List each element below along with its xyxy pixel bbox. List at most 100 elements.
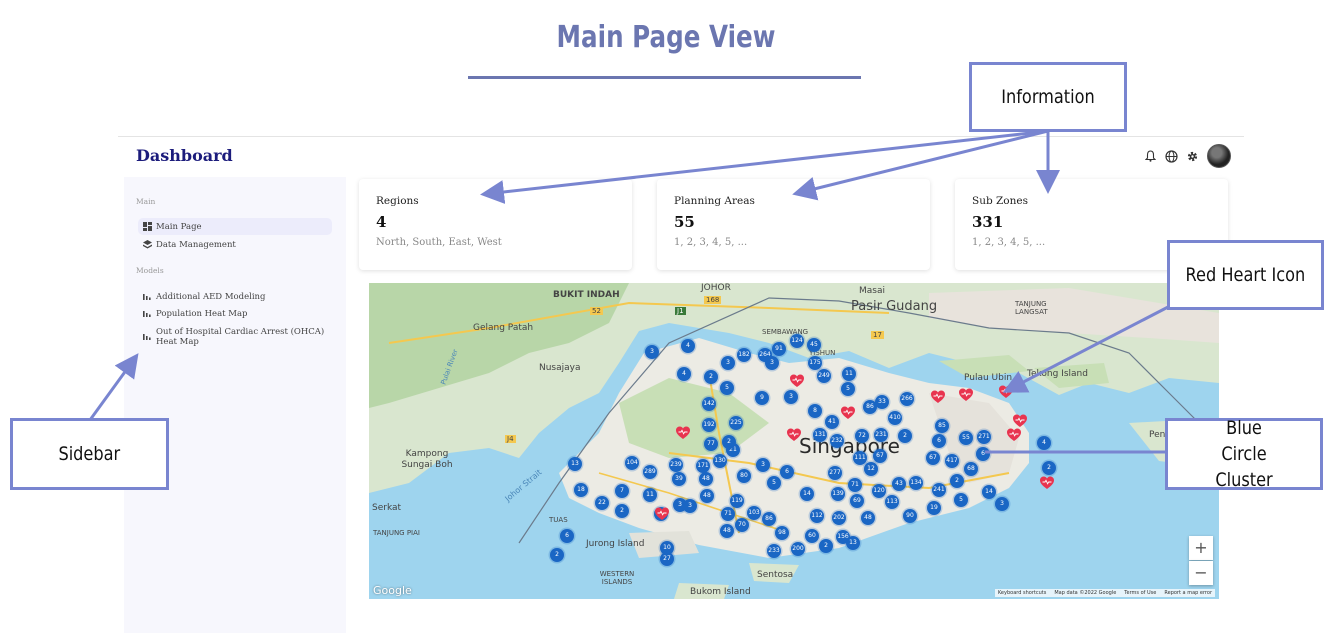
cluster-marker[interactable]: 4 bbox=[677, 367, 691, 381]
cluster-marker[interactable]: 192 bbox=[702, 418, 716, 432]
cluster-marker[interactable]: 130 bbox=[713, 454, 727, 468]
cluster-marker[interactable]: 5 bbox=[954, 493, 968, 507]
cluster-marker[interactable]: 22 bbox=[595, 496, 609, 510]
cluster-marker[interactable]: 119 bbox=[730, 494, 744, 508]
heart-icon[interactable] bbox=[655, 506, 669, 520]
sidebar-item-population-heat-map[interactable]: Population Heat Map bbox=[138, 305, 332, 322]
cluster-marker[interactable]: 2 bbox=[898, 429, 912, 443]
cluster-marker[interactable]: 70 bbox=[735, 518, 749, 532]
cluster-marker[interactable]: 131 bbox=[813, 428, 827, 442]
cluster-marker[interactable]: 5 bbox=[841, 382, 855, 396]
cluster-marker[interactable]: 48 bbox=[699, 472, 713, 486]
heart-icon[interactable] bbox=[787, 427, 801, 441]
cluster-marker[interactable]: 72 bbox=[855, 429, 869, 443]
heart-icon[interactable] bbox=[931, 389, 945, 403]
cluster-marker[interactable]: 2 bbox=[704, 370, 718, 384]
cluster-marker[interactable]: 2 bbox=[722, 435, 736, 449]
cluster-marker[interactable]: 266 bbox=[900, 392, 914, 406]
cluster-marker[interactable]: 142 bbox=[702, 397, 716, 411]
cluster-marker[interactable]: 2 bbox=[819, 539, 833, 553]
cluster-marker[interactable]: 103 bbox=[747, 506, 761, 520]
cluster-marker[interactable]: 200 bbox=[791, 542, 805, 556]
cluster-marker[interactable]: 289 bbox=[643, 465, 657, 479]
cluster-marker[interactable]: 2 bbox=[1042, 461, 1056, 475]
cluster-marker[interactable]: 39 bbox=[672, 472, 686, 486]
heart-icon[interactable] bbox=[676, 425, 690, 439]
sidebar-item-additional-aed-modeling[interactable]: Additional AED Modeling bbox=[138, 288, 332, 305]
cluster-marker[interactable]: 68 bbox=[964, 462, 978, 476]
cluster-marker[interactable]: 410 bbox=[888, 411, 902, 425]
cluster-marker[interactable]: 417 bbox=[945, 454, 959, 468]
cluster-marker[interactable]: 41 bbox=[825, 415, 839, 429]
cluster-marker[interactable]: 5 bbox=[720, 381, 734, 395]
app-brand[interactable]: Dashboard bbox=[136, 146, 233, 165]
cluster-marker[interactable]: 90 bbox=[903, 509, 917, 523]
bell-icon[interactable] bbox=[1143, 149, 1158, 164]
cluster-marker[interactable]: 86 bbox=[762, 512, 776, 526]
sidebar-item-ohca-heat-map[interactable]: Out of Hospital Cardiac Arrest (OHCA) He… bbox=[138, 323, 332, 349]
cluster-marker[interactable]: 48 bbox=[700, 489, 714, 503]
cluster-marker[interactable]: 69 bbox=[850, 494, 864, 508]
cluster-marker[interactable]: 6 bbox=[932, 434, 946, 448]
cluster-marker[interactable]: 171 bbox=[696, 459, 710, 473]
cluster-marker[interactable]: 14 bbox=[982, 485, 996, 499]
cluster-marker[interactable]: 139 bbox=[831, 487, 845, 501]
cluster-marker[interactable]: 71 bbox=[848, 478, 862, 492]
cluster-marker[interactable]: 19 bbox=[927, 501, 941, 515]
heart-icon[interactable] bbox=[1013, 413, 1027, 427]
cluster-marker[interactable]: 134 bbox=[909, 476, 923, 490]
heart-icon[interactable] bbox=[790, 373, 804, 387]
cluster-marker[interactable]: 8 bbox=[808, 404, 822, 418]
cluster-marker[interactable]: 6 bbox=[976, 447, 990, 461]
heart-icon[interactable] bbox=[841, 405, 855, 419]
cluster-marker[interactable]: 5 bbox=[767, 476, 781, 490]
cluster-marker[interactable]: 11 bbox=[643, 488, 657, 502]
cluster-marker[interactable]: 4 bbox=[681, 339, 695, 353]
cluster-marker[interactable]: 6 bbox=[780, 465, 794, 479]
cluster-marker[interactable]: 48 bbox=[861, 511, 875, 525]
cluster-marker[interactable]: 14 bbox=[800, 487, 814, 501]
cluster-marker[interactable]: 175 bbox=[808, 356, 822, 370]
cluster-marker[interactable]: 3 bbox=[765, 356, 779, 370]
map[interactable]: BUKIT INDAH JOHOR 168 Masai Pasir Gudang… bbox=[369, 283, 1219, 599]
keyboard-shortcuts-link[interactable]: Keyboard shortcuts bbox=[998, 590, 1046, 596]
cluster-marker[interactable]: 277 bbox=[828, 466, 842, 480]
cluster-marker[interactable]: 6 bbox=[560, 529, 574, 543]
cluster-marker[interactable]: 55 bbox=[959, 431, 973, 445]
cluster-marker[interactable]: 112 bbox=[810, 509, 824, 523]
cluster-marker[interactable]: 3 bbox=[683, 499, 697, 513]
cluster-marker[interactable]: 7 bbox=[615, 484, 629, 498]
cluster-marker[interactable]: 27 bbox=[660, 552, 674, 566]
cluster-marker[interactable]: 67 bbox=[926, 451, 940, 465]
cluster-marker[interactable]: 80 bbox=[737, 469, 751, 483]
cluster-marker[interactable]: 104 bbox=[625, 456, 639, 470]
zoom-in-button[interactable]: + bbox=[1189, 536, 1213, 560]
cluster-marker[interactable]: 2 bbox=[550, 548, 564, 562]
cluster-marker[interactable]: 3 bbox=[756, 458, 770, 472]
cluster-marker[interactable]: 182 bbox=[737, 348, 751, 362]
gear-icon[interactable] bbox=[1185, 149, 1200, 164]
cluster-marker[interactable]: 43 bbox=[892, 477, 906, 491]
cluster-marker[interactable]: 231 bbox=[874, 428, 888, 442]
cluster-marker[interactable]: 11 bbox=[842, 367, 856, 381]
cluster-marker[interactable]: 3 bbox=[784, 390, 798, 404]
cluster-marker[interactable]: 202 bbox=[832, 511, 846, 525]
cluster-marker[interactable]: 48 bbox=[720, 524, 734, 538]
heart-icon[interactable] bbox=[999, 384, 1013, 398]
cluster-marker[interactable]: 239 bbox=[669, 458, 683, 472]
cluster-marker[interactable]: 124 bbox=[790, 334, 804, 348]
cluster-marker[interactable]: 3 bbox=[995, 497, 1009, 511]
cluster-marker[interactable]: 120 bbox=[872, 484, 886, 498]
cluster-marker[interactable]: 12 bbox=[864, 462, 878, 476]
cluster-marker[interactable]: 67 bbox=[873, 449, 887, 463]
globe-icon[interactable] bbox=[1164, 149, 1179, 164]
cluster-marker[interactable]: 91 bbox=[772, 342, 786, 356]
cluster-marker[interactable]: 113 bbox=[885, 495, 899, 509]
cluster-marker[interactable]: 13 bbox=[568, 457, 582, 471]
heart-icon[interactable] bbox=[959, 387, 973, 401]
avatar[interactable] bbox=[1207, 144, 1231, 168]
cluster-marker[interactable]: 2 bbox=[950, 474, 964, 488]
cluster-marker[interactable]: 9 bbox=[755, 391, 769, 405]
terms-link[interactable]: Terms of Use bbox=[1124, 590, 1156, 596]
cluster-marker[interactable]: 85 bbox=[935, 419, 949, 433]
